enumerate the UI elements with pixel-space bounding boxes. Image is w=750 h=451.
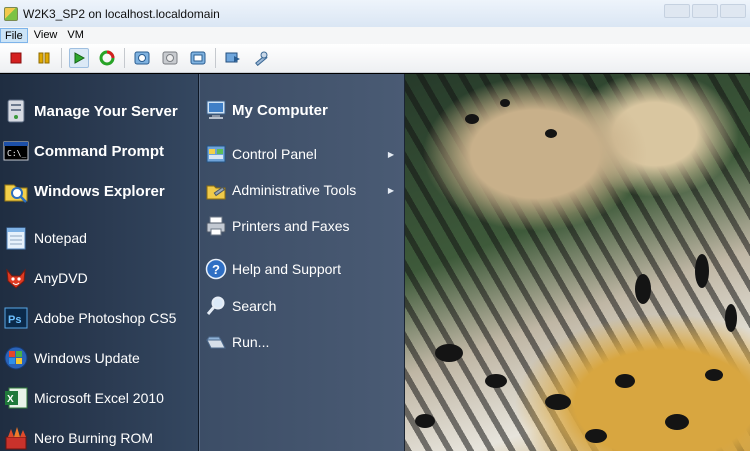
snapshot-icon bbox=[134, 51, 150, 65]
place-label: Control Panel bbox=[232, 146, 317, 162]
computer-icon bbox=[205, 99, 227, 121]
stop-icon bbox=[10, 52, 22, 64]
toolbar-separator bbox=[215, 48, 216, 68]
power-off-button[interactable] bbox=[6, 48, 26, 68]
pause-icon bbox=[38, 52, 50, 64]
start-menu: Manage Your Server C:\_ Command Prompt W… bbox=[0, 74, 405, 451]
start-item-manage-your-server[interactable]: Manage Your Server bbox=[0, 93, 198, 129]
start-menu-places: My Computer Control Panel ▶ Administrati… bbox=[199, 74, 405, 451]
start-item-nero-burning-rom[interactable]: Nero Burning ROM bbox=[0, 420, 198, 451]
vm-app-icon bbox=[4, 6, 18, 21]
start-item-label: Windows Explorer bbox=[34, 182, 165, 200]
play-icon bbox=[74, 52, 85, 64]
menu-view[interactable]: View bbox=[30, 28, 62, 43]
nero-icon bbox=[3, 425, 29, 451]
snapshot-button[interactable] bbox=[132, 48, 152, 68]
full-screen-button[interactable] bbox=[223, 48, 243, 68]
start-item-label: Notepad bbox=[34, 230, 87, 246]
power-on-button[interactable] bbox=[69, 48, 89, 68]
start-item-label: Nero Burning ROM bbox=[34, 430, 154, 446]
submenu-arrow-icon: ▶ bbox=[387, 149, 394, 159]
menu-file[interactable]: File bbox=[0, 28, 28, 43]
excel-icon: X bbox=[3, 385, 29, 411]
svg-text:X: X bbox=[7, 394, 14, 405]
start-item-label: Adobe Photoshop CS5 bbox=[34, 310, 177, 326]
submenu-arrow-icon: ▶ bbox=[387, 185, 394, 195]
start-place-my-computer[interactable]: My Computer bbox=[200, 94, 404, 126]
start-place-administrative-tools[interactable]: Administrative Tools ▶ bbox=[200, 174, 404, 206]
desktop-wallpaper bbox=[405, 74, 750, 451]
start-place-run[interactable]: Run... bbox=[200, 326, 404, 358]
toolbar-separator bbox=[124, 48, 125, 68]
window-control[interactable] bbox=[692, 4, 718, 18]
svg-text:C:\_: C:\_ bbox=[7, 149, 26, 158]
start-place-search[interactable]: Search bbox=[200, 290, 404, 322]
revert-snapshot-icon bbox=[162, 51, 178, 65]
anydvd-icon bbox=[3, 265, 29, 291]
run-icon bbox=[205, 331, 227, 353]
search-icon bbox=[205, 295, 227, 317]
start-place-control-panel[interactable]: Control Panel ▶ bbox=[200, 138, 404, 170]
start-item-windows-explorer[interactable]: Windows Explorer bbox=[0, 173, 198, 209]
revert-snapshot-button[interactable] bbox=[160, 48, 180, 68]
menu-vm[interactable]: VM bbox=[63, 28, 88, 43]
place-label: Printers and Faxes bbox=[232, 218, 350, 234]
place-label: My Computer bbox=[232, 101, 328, 119]
vm-toolbar bbox=[0, 44, 750, 73]
start-item-command-prompt[interactable]: C:\_ Command Prompt bbox=[0, 133, 198, 169]
help-icon: ? bbox=[205, 258, 227, 280]
toolbar-separator bbox=[61, 48, 62, 68]
start-item-windows-update[interactable]: Windows Update bbox=[0, 340, 198, 376]
start-menu-programs: Manage Your Server C:\_ Command Prompt W… bbox=[0, 74, 199, 451]
place-label: Search bbox=[232, 298, 277, 314]
start-item-label: Microsoft Excel 2010 bbox=[34, 390, 164, 406]
notepad-icon bbox=[3, 225, 29, 251]
svg-text:Ps: Ps bbox=[8, 314, 21, 326]
server-icon bbox=[3, 98, 29, 124]
start-item-adobe-photoshop[interactable]: Ps Adobe Photoshop CS5 bbox=[0, 300, 198, 336]
window-titlebar: W2K3_SP2 on localhost.localdomain bbox=[0, 0, 750, 27]
svg-text:?: ? bbox=[212, 262, 220, 277]
start-place-help-and-support[interactable]: ? Help and Support bbox=[200, 253, 404, 285]
preferences-button[interactable] bbox=[251, 48, 271, 68]
start-item-label: Command Prompt bbox=[34, 142, 165, 160]
control-panel-icon bbox=[205, 143, 227, 165]
start-item-label: Windows Update bbox=[34, 350, 140, 366]
guest-screen[interactable]: Manage Your Server C:\_ Command Prompt W… bbox=[0, 74, 750, 451]
photoshop-icon: Ps bbox=[3, 305, 29, 331]
reset-icon bbox=[99, 50, 115, 66]
window-controls[interactable] bbox=[664, 4, 746, 18]
windows-update-icon bbox=[3, 345, 29, 371]
admin-tools-icon bbox=[205, 179, 227, 201]
reset-button[interactable] bbox=[97, 48, 117, 68]
window-control[interactable] bbox=[664, 4, 690, 18]
cmd-icon: C:\_ bbox=[3, 138, 29, 164]
place-label: Run... bbox=[232, 334, 270, 350]
menubar: File View VM bbox=[0, 27, 750, 44]
suspend-button[interactable] bbox=[34, 48, 54, 68]
full-screen-icon bbox=[225, 52, 240, 63]
window-control[interactable] bbox=[720, 4, 746, 18]
start-place-printers-and-faxes[interactable]: Printers and Faxes bbox=[200, 210, 404, 242]
start-item-label: AnyDVD bbox=[34, 270, 88, 286]
window-title: W2K3_SP2 on localhost.localdomain bbox=[23, 6, 220, 21]
start-item-microsoft-excel[interactable]: X Microsoft Excel 2010 bbox=[0, 380, 198, 416]
place-label: Administrative Tools bbox=[232, 182, 357, 198]
start-item-label: Manage Your Server bbox=[34, 102, 178, 120]
start-item-notepad[interactable]: Notepad bbox=[0, 220, 198, 256]
start-item-anydvd[interactable]: AnyDVD bbox=[0, 260, 198, 296]
snapshot-manager-button[interactable] bbox=[188, 48, 208, 68]
preferences-icon bbox=[255, 51, 268, 66]
printer-icon bbox=[205, 215, 227, 237]
explorer-icon bbox=[3, 178, 29, 204]
place-label: Help and Support bbox=[232, 261, 341, 277]
snapshot-manager-icon bbox=[190, 51, 206, 65]
